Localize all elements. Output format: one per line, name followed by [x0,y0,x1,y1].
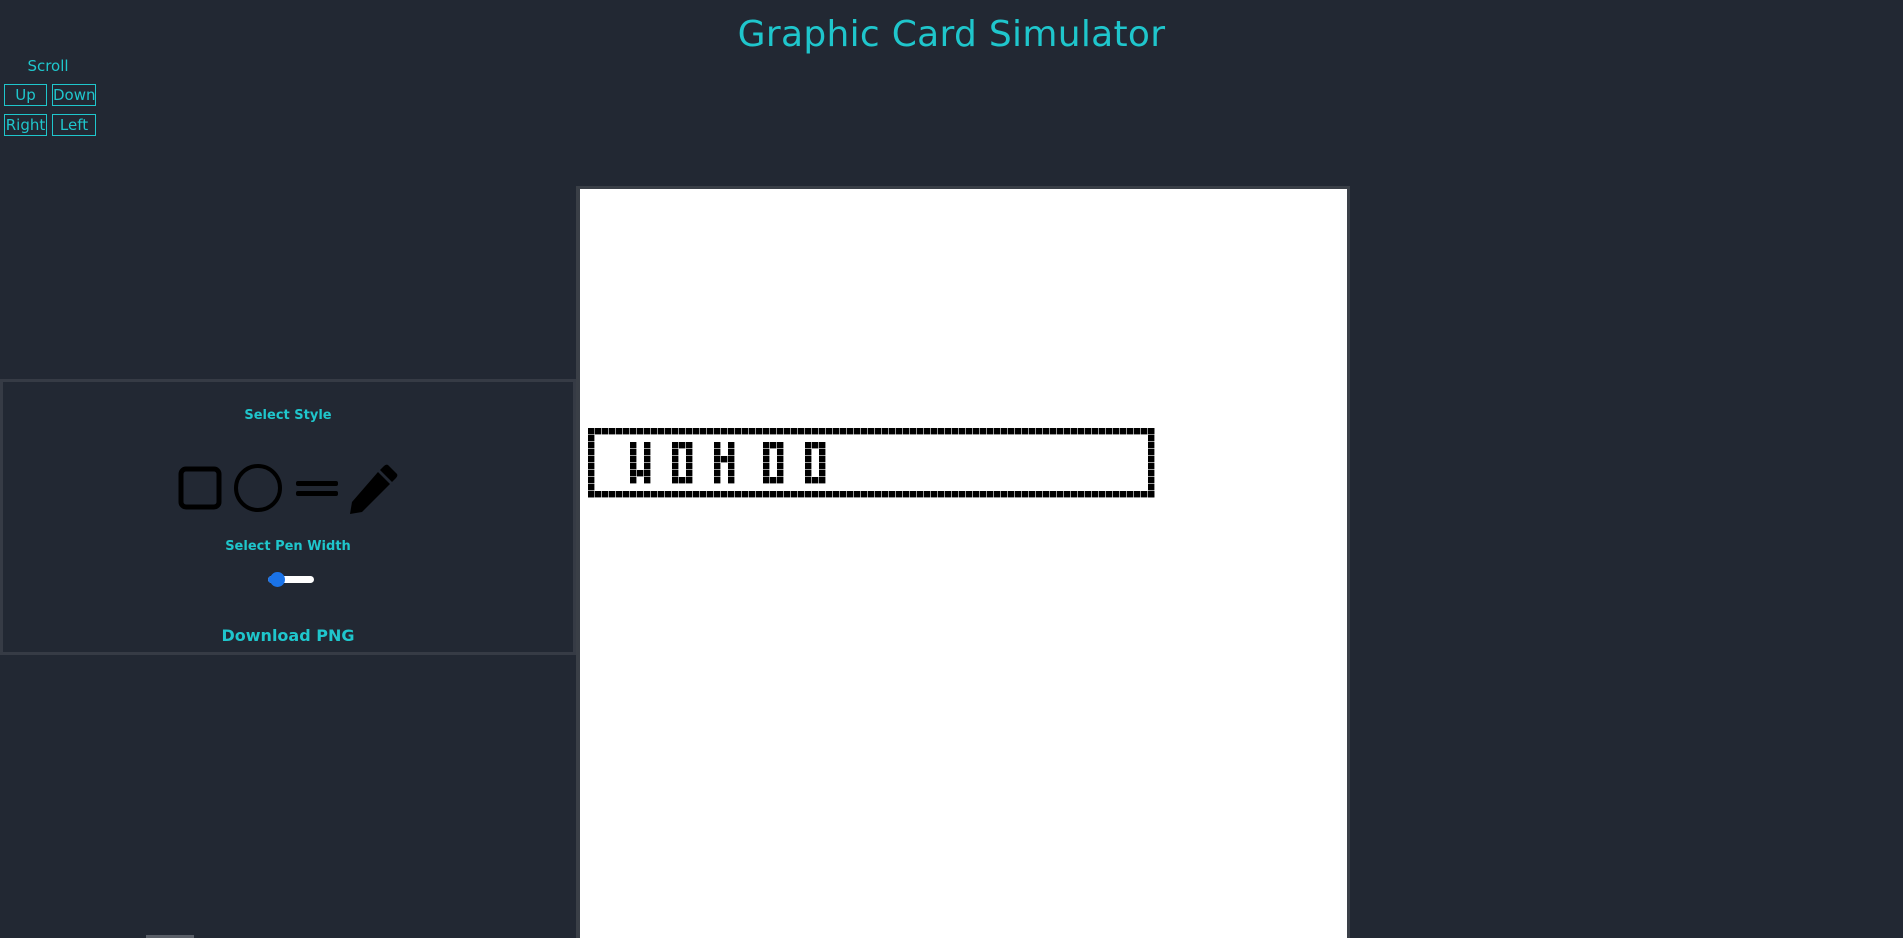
scroll-panel: Scroll Up Down Right Left [3,57,99,136]
scroll-label: Scroll [27,57,69,75]
style-tools [178,462,398,514]
pen-width-label: Select Pen Width [225,539,351,554]
circle-icon[interactable] [234,462,286,514]
select-style-label: Select Style [244,408,332,423]
pen-width-slider[interactable] [268,572,314,587]
app-page: Graphic Card Simulator Scroll Up Down Ri… [0,0,1903,938]
pencil-icon[interactable] [348,462,400,514]
download-png-button[interactable]: Download PNG [3,626,573,645]
canvas-frame [576,186,1350,938]
line-icon[interactable] [294,462,340,514]
page-title: Graphic Card Simulator [737,14,1166,55]
tool-panel: Select Style Select Pen Width Download P… [0,379,576,655]
scroll-right-button[interactable]: Right [4,114,47,136]
scroll-left-button[interactable]: Left [52,114,96,136]
scroll-up-button[interactable]: Up [4,84,47,106]
pixel-drawing [588,428,1155,498]
square-icon[interactable] [178,462,224,514]
slider-thumb[interactable] [270,572,286,587]
scroll-down-button[interactable]: Down [52,84,96,106]
drawing-canvas[interactable] [580,189,1347,938]
